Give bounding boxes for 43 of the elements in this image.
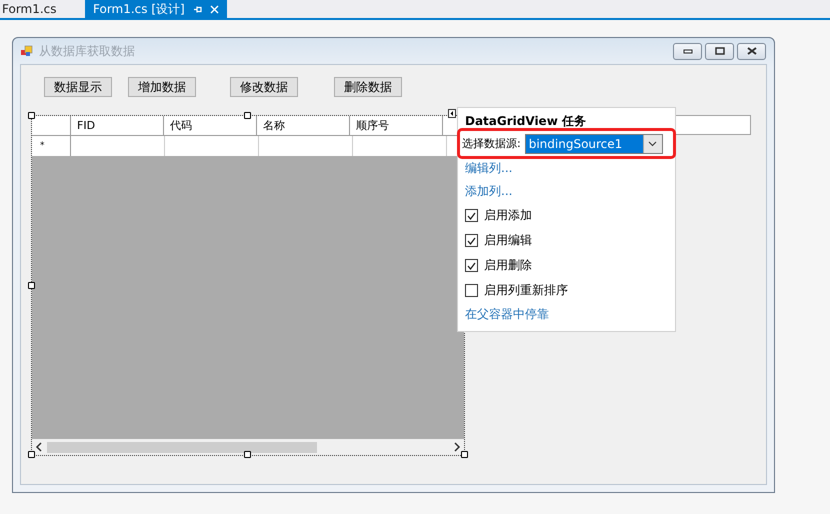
scroll-left-icon[interactable]	[35, 442, 43, 452]
column-header[interactable]: 顺序号	[350, 116, 443, 135]
form-button[interactable]: 数据显示	[44, 77, 112, 97]
checkbox[interactable]	[465, 234, 478, 248]
document-tab[interactable]: Form1.cs [设计]	[85, 0, 227, 18]
form-icon	[21, 45, 33, 57]
column-header[interactable]: 名称	[257, 116, 350, 135]
data-source-dropdown[interactable]: bindingSource1	[524, 134, 663, 154]
checkbox-label: 启用编辑	[484, 232, 532, 250]
caret-icon	[648, 140, 658, 147]
form-button[interactable]: 删除数据	[334, 77, 402, 97]
task-link[interactable]: 编辑列...	[465, 157, 512, 180]
minimize-button[interactable]	[673, 42, 702, 60]
pin-icon[interactable]	[192, 4, 202, 14]
resize-handle[interactable]	[461, 451, 468, 458]
checkbox[interactable]	[465, 209, 478, 222]
checkbox-label: 启用删除	[484, 257, 532, 274]
smart-tag-icon[interactable]	[448, 109, 456, 118]
field-label: 选择数据源:	[462, 136, 521, 152]
column-header[interactable]: FID	[71, 116, 164, 135]
resize-handle[interactable]	[28, 112, 35, 119]
resize-handle[interactable]	[28, 282, 35, 289]
horizontal-scrollbar[interactable]	[32, 439, 464, 455]
scroll-right-icon[interactable]	[453, 442, 461, 452]
checkbox-label: 启用添加	[484, 207, 532, 224]
checkbox-label: 启用列重新排序	[484, 282, 568, 300]
maximize-icon	[714, 47, 724, 55]
resize-handle[interactable]	[28, 451, 35, 458]
minimize-icon	[682, 48, 692, 54]
maximize-button[interactable]	[705, 42, 734, 60]
resize-handle[interactable]	[244, 451, 251, 458]
form-button[interactable]: 修改数据	[230, 77, 298, 97]
form-button[interactable]: 增加数据	[128, 77, 196, 97]
close-button[interactable]	[737, 42, 766, 60]
task-link[interactable]: 在父容器中停靠	[465, 302, 549, 326]
close-icon	[746, 47, 756, 55]
window-title: 从数据库获取数据	[39, 42, 135, 60]
checkbox[interactable]	[465, 284, 478, 298]
close-icon[interactable]	[210, 4, 219, 14]
resize-handle[interactable]	[244, 112, 251, 119]
task-link[interactable]: 添加列...	[465, 180, 512, 204]
checkbox[interactable]	[465, 259, 478, 272]
panel-title: DataGridView 任务	[465, 113, 587, 130]
